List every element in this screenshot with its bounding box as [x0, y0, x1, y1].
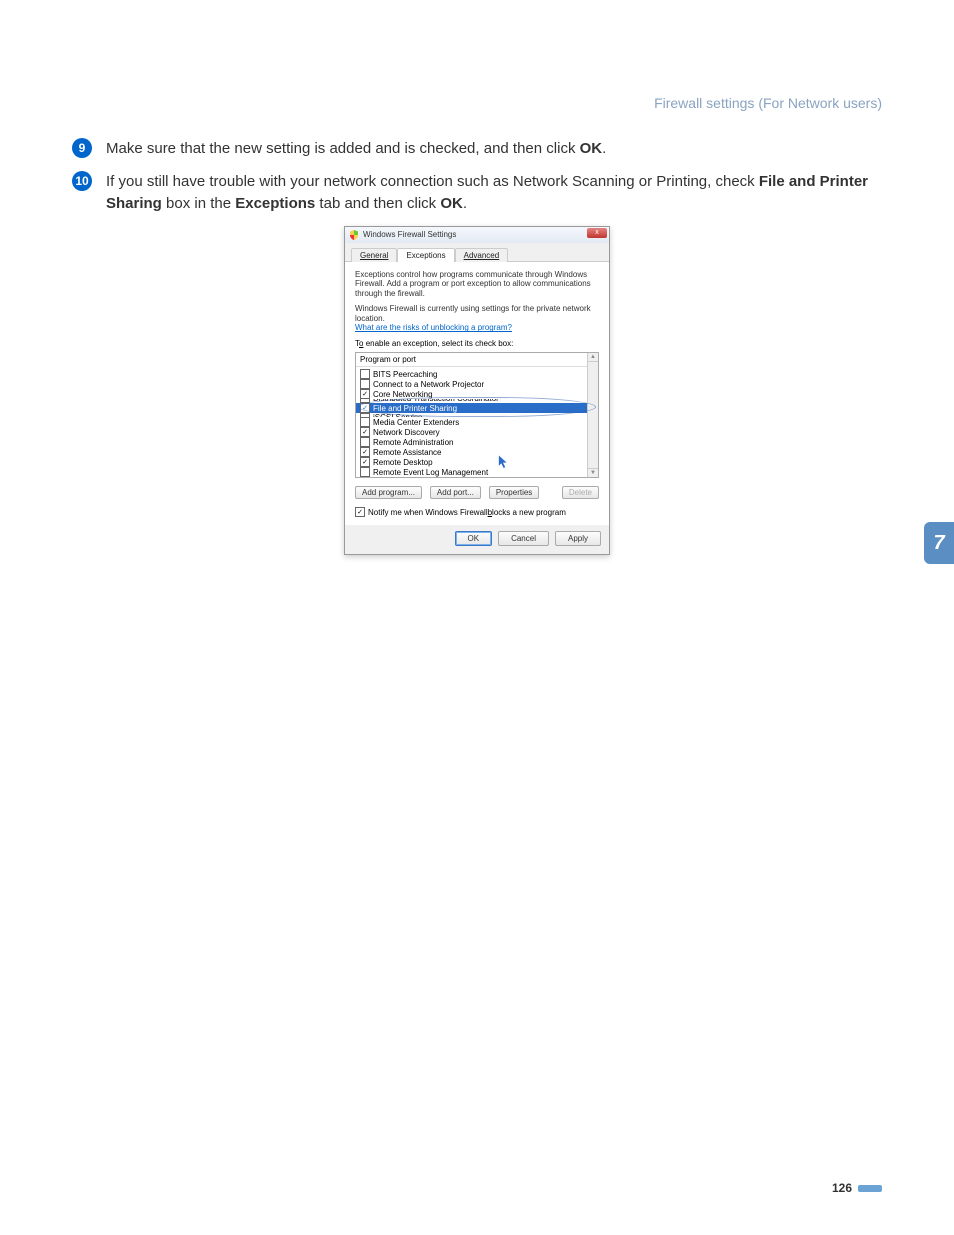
step-10-pre: If you still have trouble with your netw…	[106, 173, 759, 190]
dialog-desc1: Exceptions control how programs communic…	[355, 270, 599, 299]
step-9-bold: OK	[580, 140, 603, 157]
list-item-label: Remote Event Log Management	[373, 468, 488, 477]
list-item-label: Core Networking	[373, 390, 433, 399]
notify-label-post: locks a new program	[492, 508, 566, 517]
list-scrollbar[interactable]: ▲ ▼	[587, 353, 598, 477]
list-item-checkbox[interactable]	[360, 417, 370, 427]
tab-advanced[interactable]: Advanced	[455, 248, 509, 262]
step-9: 9 Make sure that the new setting is adde…	[72, 138, 882, 161]
list-item-checkbox[interactable]: ✓	[360, 447, 370, 457]
tab-advanced-label: Advanced	[464, 251, 500, 260]
cancel-button[interactable]: Cancel	[498, 531, 549, 546]
list-item-label: Remote Desktop	[373, 458, 433, 467]
list-item[interactable]: ✓File and Printer Sharing	[356, 403, 598, 413]
list-item[interactable]: ✓Remote Assistance	[356, 447, 598, 457]
list-item-checkbox[interactable]	[360, 437, 370, 447]
dialog-footer: OK Cancel Apply	[345, 525, 609, 554]
step-10-number: 10	[72, 171, 92, 191]
dialog-tabs: General Exceptions Advanced	[345, 243, 609, 262]
delete-button[interactable]: Delete	[562, 486, 599, 499]
list-item-label: iSCSI Service	[373, 413, 422, 417]
dialog-enable-label: To To enable an exception, select its ch…	[355, 339, 599, 348]
step-10-text: If you still have trouble with your netw…	[106, 171, 882, 216]
apply-button[interactable]: Apply	[555, 531, 601, 546]
step-10-bold3: OK	[440, 195, 463, 212]
list-item-label: Remote Scheduled Tasks Management	[373, 478, 513, 479]
page-header-right: Firewall settings (For Network users)	[654, 95, 882, 111]
list-item[interactable]: Remote Event Log Management	[356, 467, 598, 477]
add-program-button[interactable]: Add program...	[355, 486, 422, 499]
step-9-text: Make sure that the new setting is added …	[106, 138, 606, 161]
list-item[interactable]: Media Center Extenders	[356, 417, 598, 427]
list-item-label: Media Center Extenders	[373, 418, 459, 427]
list-item-checkbox[interactable]: ✓	[360, 427, 370, 437]
list-item-checkbox[interactable]	[360, 369, 370, 379]
dialog-titlebar: Windows Firewall Settings x	[345, 227, 609, 243]
list-item[interactable]: Connect to a Network Projector	[356, 379, 598, 389]
dialog-desc2-link[interactable]: What are the risks of unblocking a progr…	[355, 323, 512, 332]
scroll-up-icon[interactable]: ▲	[588, 353, 598, 362]
notify-checkbox[interactable]: ✓	[355, 507, 365, 517]
firewall-dialog: Windows Firewall Settings x General Exce…	[344, 226, 610, 556]
page-number: 126	[832, 1181, 882, 1195]
dialog-desc2-pre: Windows Firewall is currently using sett…	[355, 304, 591, 323]
list-item-checkbox[interactable]	[360, 467, 370, 477]
list-item-label: File and Printer Sharing	[373, 404, 457, 413]
exceptions-listbox[interactable]: Program or port BITS PeercachingConnect …	[355, 352, 599, 478]
list-column-header: Program or port	[356, 353, 598, 367]
step-9-pre: Make sure that the new setting is added …	[106, 140, 580, 157]
list-item[interactable]: BITS Peercaching	[356, 369, 598, 379]
list-item-label: BITS Peercaching	[373, 370, 437, 379]
step-10-mid1: box in the	[162, 195, 235, 212]
list-item[interactable]: ✓Core Networking	[356, 389, 598, 399]
notify-checkbox-row[interactable]: ✓ Notify me when Windows Firewall blocks…	[355, 507, 599, 517]
list-item-label: Remote Assistance	[373, 448, 441, 457]
properties-button[interactable]: Properties	[489, 486, 539, 499]
list-item-checkbox[interactable]: ✓	[360, 403, 370, 413]
list-item-checkbox[interactable]	[360, 379, 370, 389]
ok-button[interactable]: OK	[455, 531, 493, 546]
dialog-title-text: Windows Firewall Settings	[363, 230, 456, 239]
step-10-bold2: Exceptions	[235, 195, 315, 212]
dialog-body: Exceptions control how programs communic…	[345, 262, 609, 526]
list-item-checkbox[interactable]: ✓	[360, 389, 370, 399]
list-item[interactable]: ✓Remote Desktop	[356, 457, 598, 467]
step-10-mid2: tab and then click	[315, 195, 440, 212]
chapter-side-tab: 7	[924, 522, 954, 564]
dialog-button-row: Add program... Add port... Properties De…	[355, 486, 599, 499]
list-item-label: Network Discovery	[373, 428, 440, 437]
notify-label-pre: Notify me when Windows Firewall	[368, 508, 488, 517]
add-port-button[interactable]: Add port...	[430, 486, 481, 499]
list-item-checkbox[interactable]	[360, 477, 370, 478]
close-button[interactable]: x	[587, 228, 607, 238]
list-item[interactable]: Remote Administration	[356, 437, 598, 447]
cursor-arrow-icon	[497, 454, 509, 470]
tab-general-label: General	[360, 251, 388, 260]
list-item-label: Connect to a Network Projector	[373, 380, 484, 389]
list-item-checkbox[interactable]: ✓	[360, 457, 370, 467]
list-item-label: Distributed Transaction Coordinator	[373, 399, 499, 403]
step-10: 10 If you still have trouble with your n…	[72, 171, 882, 216]
tab-general[interactable]: General	[351, 248, 397, 262]
step-10-post: .	[463, 195, 467, 212]
scroll-down-icon[interactable]: ▼	[588, 468, 598, 477]
shield-icon	[349, 230, 359, 240]
list-item[interactable]: ✓Network Discovery	[356, 427, 598, 437]
dialog-desc2: Windows Firewall is currently using sett…	[355, 304, 599, 333]
step-9-number: 9	[72, 138, 92, 158]
list-item-label: Remote Administration	[373, 438, 453, 447]
tab-exceptions[interactable]: Exceptions	[397, 248, 454, 262]
step-9-post: .	[602, 140, 606, 157]
list-item[interactable]: Remote Scheduled Tasks Management	[356, 477, 598, 478]
